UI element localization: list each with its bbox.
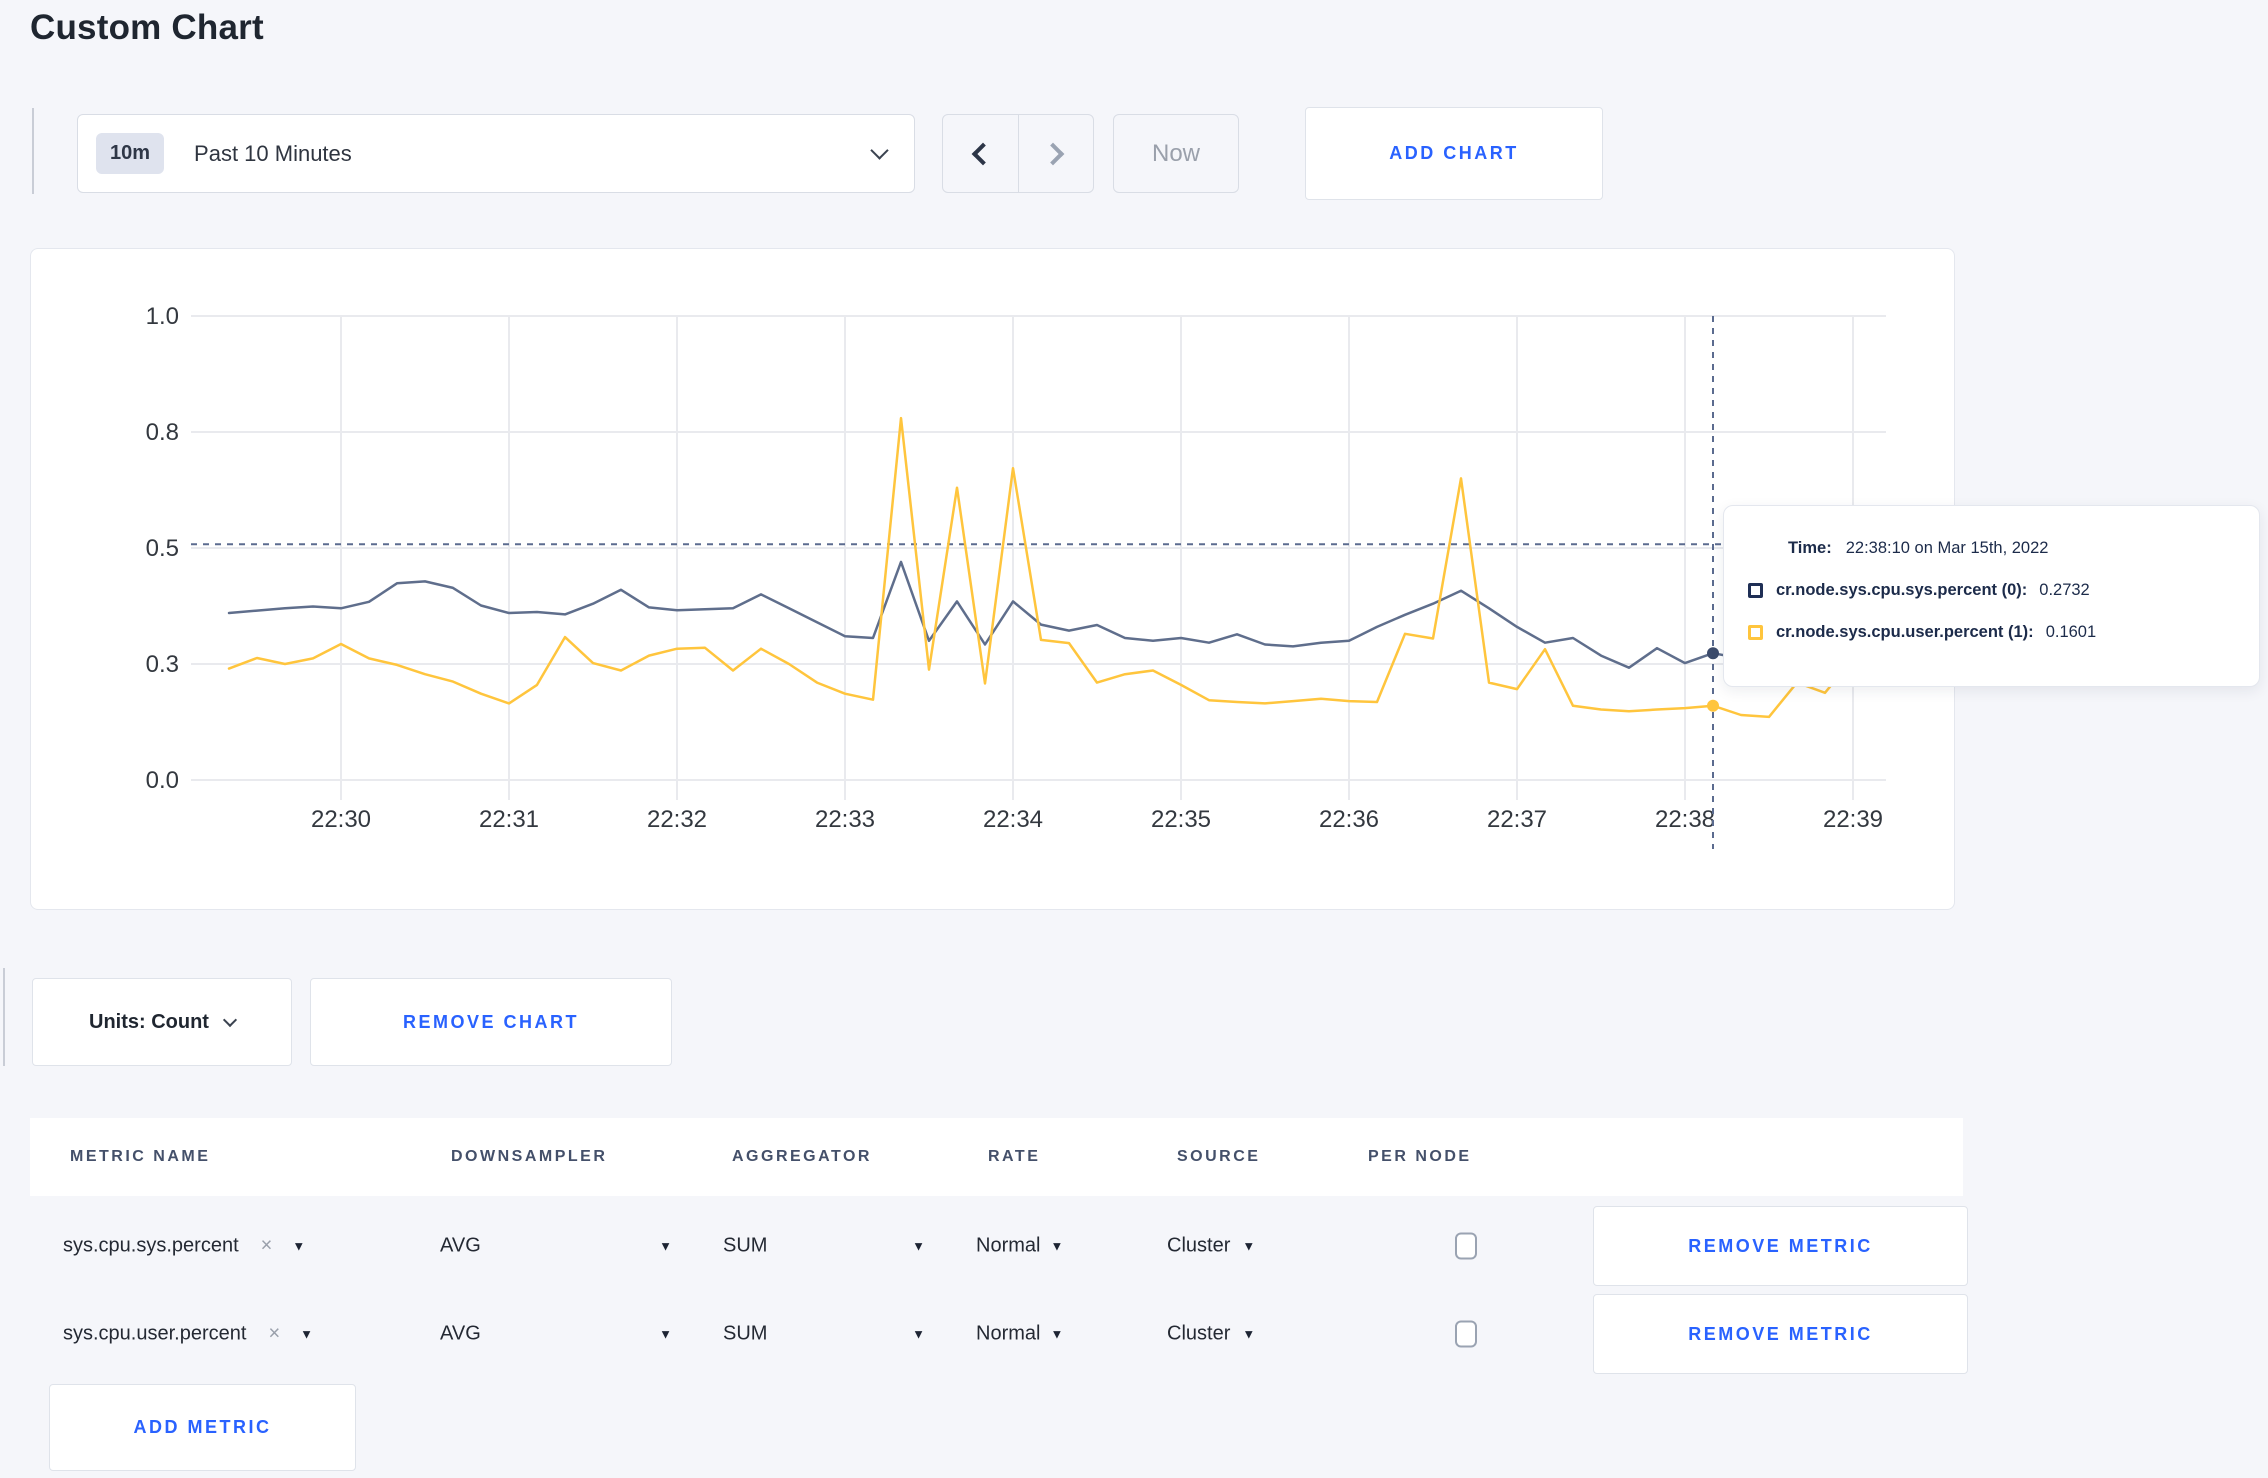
- x-tick-label: 22:34: [983, 806, 1043, 833]
- time-range-label: Past 10 Minutes: [194, 140, 352, 166]
- tooltip-time-value: 22:38:10 on Mar 15th, 2022: [1845, 538, 2049, 557]
- source-select[interactable]: Cluster ▼: [1167, 1323, 1255, 1346]
- tooltip-time-label: Time:: [1788, 538, 1832, 557]
- remove-chart-button[interactable]: REMOVE CHART: [310, 978, 672, 1066]
- time-nav-group: [942, 114, 1094, 193]
- metrics-table-header: METRIC NAME DOWNSAMPLER AGGREGATOR RATE SOUR…: [30, 1118, 1963, 1196]
- dropdown-caret-icon[interactable]: ▼: [300, 1327, 313, 1342]
- series-user-legend-icon: [1748, 624, 1763, 640]
- toolbar-divider: [32, 108, 34, 194]
- aggregator-value: SUM: [723, 1322, 768, 1345]
- metric-name: sys.cpu.user.percent: [63, 1322, 247, 1345]
- metric-name: sys.cpu.sys.percent: [63, 1234, 239, 1257]
- aggregator-select[interactable]: SUM ▼: [723, 1235, 925, 1258]
- dropdown-caret-icon: ▼: [659, 1238, 672, 1254]
- x-tick-label: 22:38: [1655, 806, 1715, 833]
- source-select[interactable]: Cluster ▼: [1167, 1235, 1255, 1258]
- column-header-rate: RATE: [988, 1148, 1041, 1165]
- tooltip-series-user-name: cr.node.sys.cpu.user.percent (1):: [1776, 622, 2034, 641]
- chevron-down-icon: [222, 1012, 238, 1028]
- x-tick-label: 22:36: [1319, 806, 1379, 833]
- series-user-line: [227, 416, 1883, 719]
- column-header-aggregator: AGGREGATOR: [732, 1148, 872, 1165]
- y-tick-label: 0.5: [146, 535, 179, 562]
- remove-metric-button[interactable]: REMOVE METRIC: [1593, 1294, 1968, 1374]
- chart-card[interactable]: 0.0 0.3 0.5 0.8 1.0 22:30 22:31 22:32 22:33 22:34…: [30, 248, 1955, 910]
- add-metric-button[interactable]: ADD METRIC: [49, 1384, 356, 1471]
- units-row-divider: [3, 968, 5, 1066]
- y-tick-label: 0.8: [146, 419, 179, 446]
- dropdown-caret-icon: ▼: [1050, 1238, 1064, 1254]
- aggregator-select[interactable]: SUM ▼: [723, 1323, 925, 1346]
- x-tick-label: 22:32: [647, 806, 707, 833]
- dropdown-caret-icon[interactable]: ▼: [292, 1239, 305, 1254]
- tooltip-series-user-value: 0.1601: [2045, 622, 2097, 641]
- x-tick-label: 22:39: [1823, 806, 1883, 833]
- remove-metric-button[interactable]: REMOVE METRIC: [1593, 1206, 1968, 1286]
- per-node-checkbox[interactable]: [1455, 1232, 1477, 1260]
- x-tick-label: 22:37: [1487, 806, 1547, 833]
- custom-chart-plot[interactable]: 0.0 0.3 0.5 0.8 1.0 22:30 22:31 22:32 22:33 22:34…: [31, 249, 1954, 909]
- dropdown-caret-icon: ▼: [912, 1326, 925, 1342]
- rate-select[interactable]: Normal ▼: [976, 1323, 1063, 1346]
- y-tick-label: 1.0: [146, 303, 179, 330]
- time-forward-button[interactable]: [1017, 115, 1094, 192]
- now-button[interactable]: Now: [1113, 114, 1239, 193]
- dropdown-caret-icon: ▼: [1050, 1326, 1064, 1342]
- x-tick-label: 22:35: [1151, 806, 1211, 833]
- tooltip-series-sys-value: 0.2732: [2039, 580, 2090, 599]
- y-tick-label: 0.0: [146, 767, 179, 794]
- metric-row: sys.cpu.user.percent × ▼ AVG ▼ SUM ▼ Normal ▼ Clu…: [30, 1288, 1968, 1380]
- series-sys-legend-icon: [1748, 582, 1763, 598]
- source-value: Cluster: [1167, 1322, 1231, 1345]
- metric-row: sys.cpu.sys.percent × ▼ AVG ▼ SUM ▼ Normal ▼ Clus…: [30, 1200, 1968, 1292]
- x-tick-label: 22:33: [815, 806, 875, 833]
- x-tick-label: 22:30: [311, 806, 371, 833]
- rate-value: Normal: [976, 1322, 1041, 1345]
- downsampler-value: AVG: [440, 1234, 481, 1257]
- page-title: Custom Chart: [30, 8, 264, 47]
- column-header-downsampler: DOWNSAMPLER: [451, 1148, 608, 1165]
- dropdown-caret-icon: ▼: [912, 1238, 925, 1254]
- y-tick-label: 0.3: [146, 651, 179, 678]
- clear-metric-icon[interactable]: ×: [268, 1323, 280, 1346]
- rate-value: Normal: [976, 1234, 1041, 1257]
- downsampler-value: AVG: [440, 1322, 481, 1345]
- column-header-per-node: PER NODE: [1368, 1148, 1472, 1165]
- tooltip-series-sys-name: cr.node.sys.cpu.sys.percent (0):: [1776, 580, 2028, 599]
- units-select[interactable]: Units: Count: [32, 978, 292, 1066]
- downsampler-select[interactable]: AVG ▼: [440, 1323, 672, 1346]
- metric-name-select[interactable]: sys.cpu.user.percent × ▼: [63, 1323, 313, 1346]
- source-value: Cluster: [1167, 1234, 1231, 1257]
- chevron-left-icon: [971, 142, 995, 165]
- downsampler-select[interactable]: AVG ▼: [440, 1235, 672, 1258]
- time-range-badge: 10m: [96, 133, 165, 174]
- per-node-checkbox[interactable]: [1455, 1320, 1477, 1348]
- dropdown-caret-icon: ▼: [659, 1326, 672, 1342]
- x-tick-label: 22:31: [479, 806, 539, 833]
- column-header-metric-name: METRIC NAME: [70, 1148, 211, 1165]
- crosshair-dot-sys: [1707, 647, 1719, 660]
- crosshair-dot-user: [1707, 699, 1719, 712]
- chevron-right-icon: [1041, 142, 1065, 165]
- metric-name-select[interactable]: sys.cpu.sys.percent × ▼: [63, 1235, 305, 1258]
- chart-tooltip: Time: 22:38:10 on Mar 15th, 2022 cr.node…: [1723, 505, 2260, 687]
- time-range-select[interactable]: 10m Past 10 Minutes: [77, 114, 915, 193]
- dropdown-caret-icon: ▼: [1242, 1238, 1256, 1254]
- add-chart-button[interactable]: ADD CHART: [1305, 107, 1603, 200]
- column-header-source: SOURCE: [1177, 1148, 1261, 1165]
- units-label: Units: Count: [89, 1010, 209, 1033]
- aggregator-value: SUM: [723, 1234, 768, 1257]
- clear-metric-icon[interactable]: ×: [261, 1235, 273, 1258]
- time-back-button[interactable]: [943, 115, 1018, 192]
- rate-select[interactable]: Normal ▼: [976, 1235, 1063, 1258]
- series-sys-line: [227, 560, 1883, 669]
- dropdown-caret-icon: ▼: [1242, 1326, 1256, 1342]
- chevron-down-icon: [870, 141, 889, 160]
